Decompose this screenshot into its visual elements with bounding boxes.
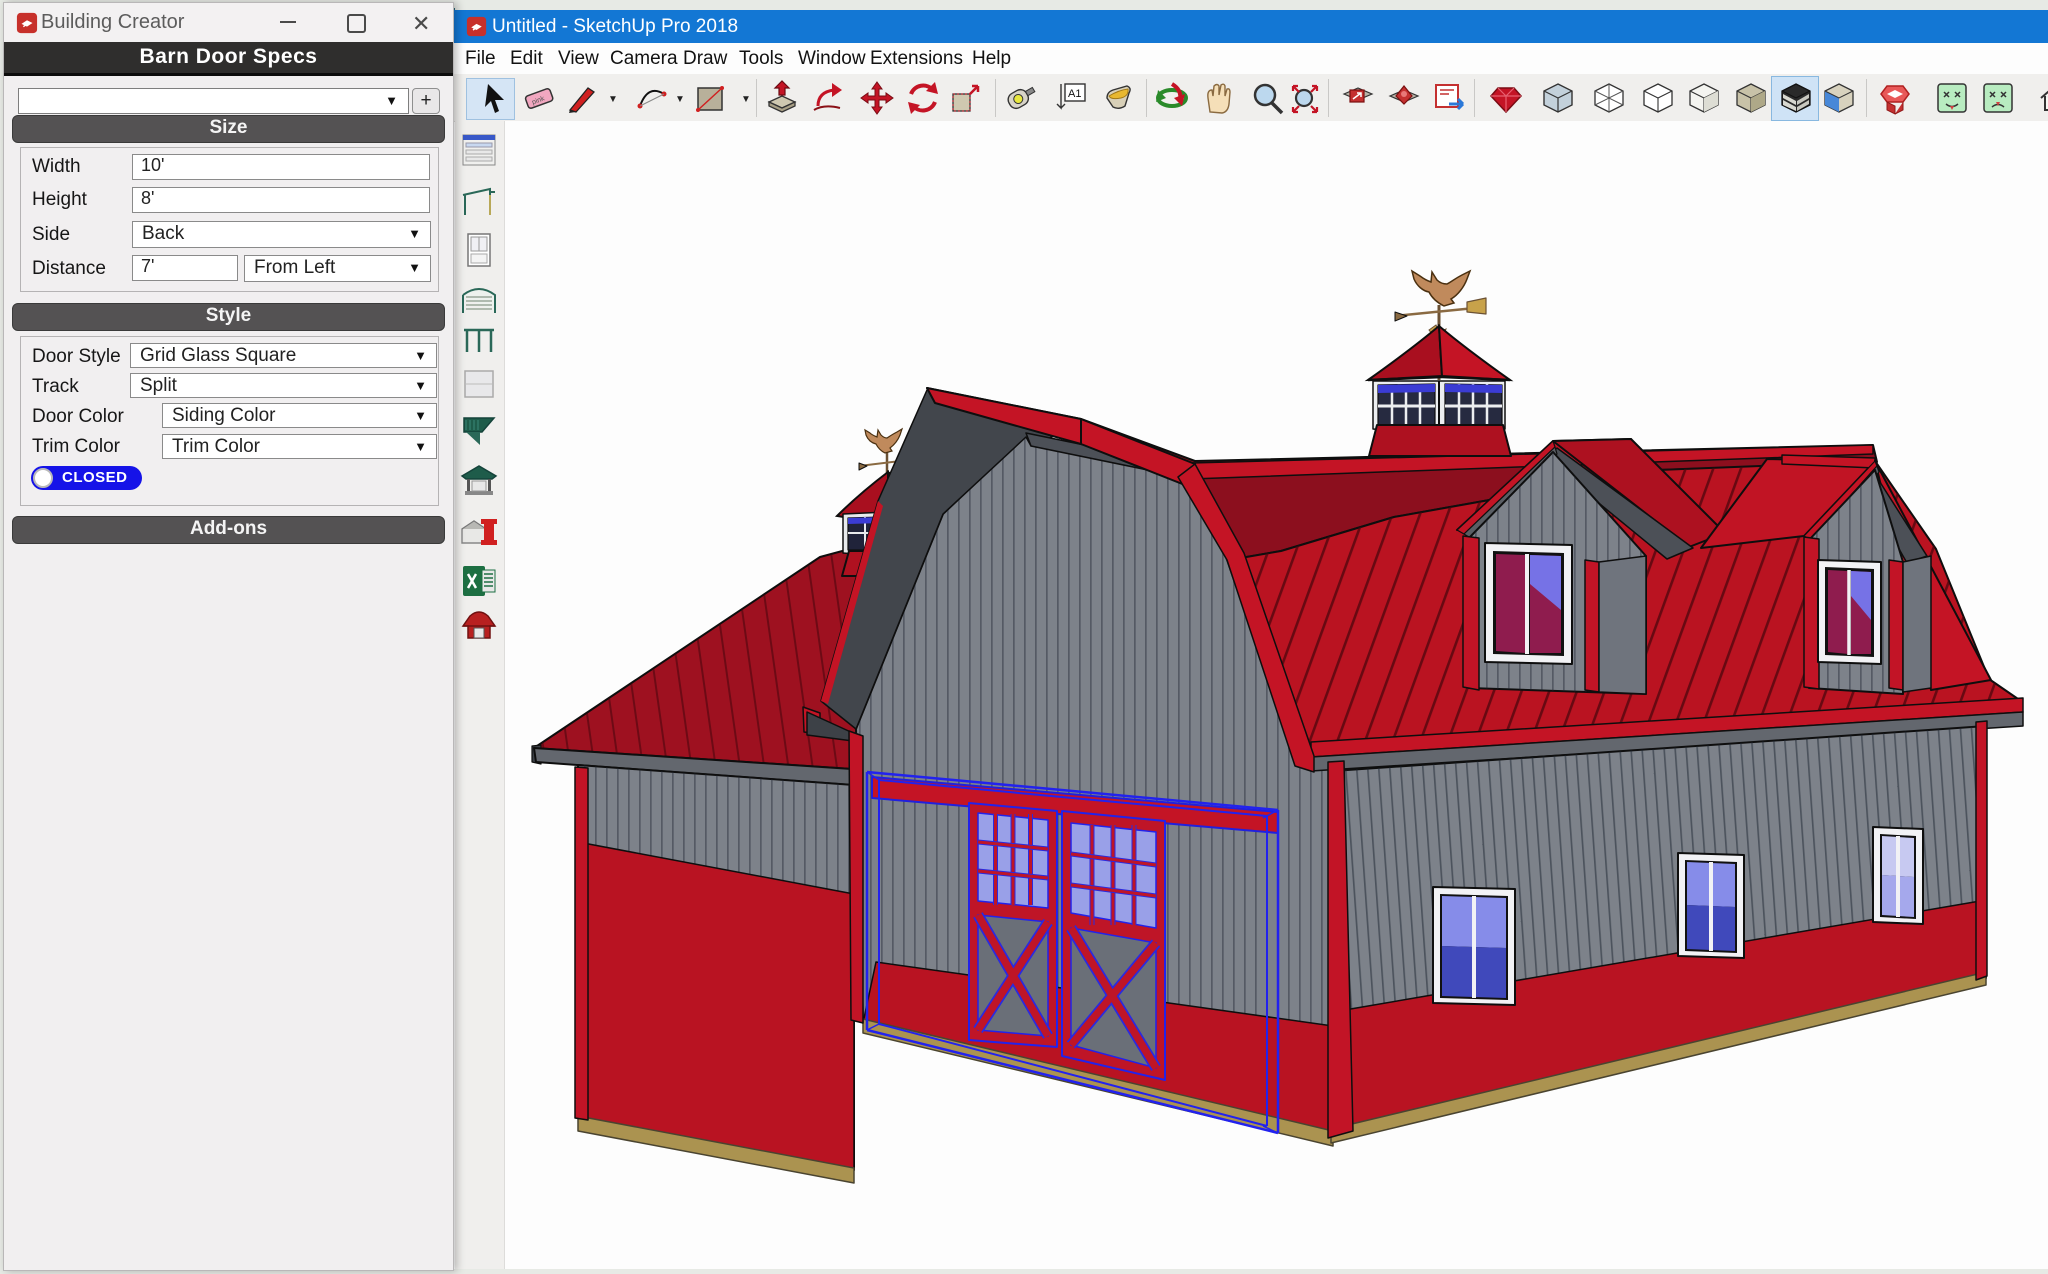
- svg-text:A1: A1: [1068, 88, 1081, 100]
